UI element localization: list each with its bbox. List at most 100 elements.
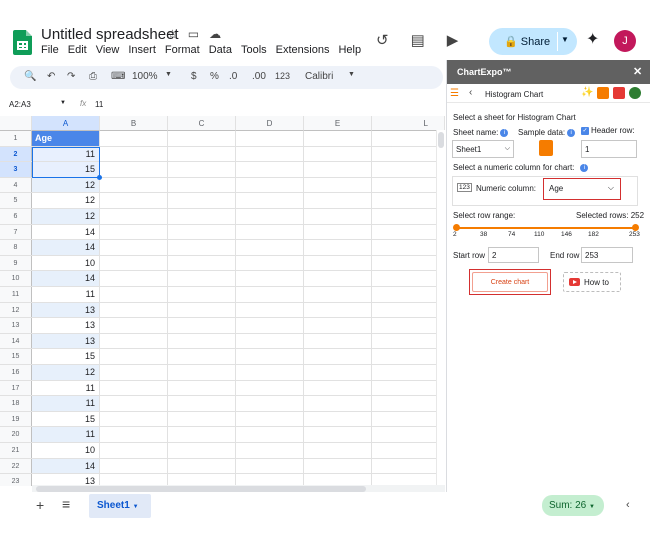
cell-a[interactable]: 12 — [32, 177, 100, 193]
empty-cell[interactable] — [236, 458, 304, 474]
empty-cell[interactable] — [236, 349, 304, 364]
empty-cell[interactable] — [100, 427, 168, 442]
menu-insert[interactable]: Insert — [128, 44, 156, 56]
empty-cell[interactable] — [168, 240, 236, 255]
empty-cell[interactable] — [304, 255, 372, 271]
row-header[interactable]: 21 — [0, 443, 32, 458]
header-row-checkbox[interactable]: ✓ — [581, 126, 589, 135]
row-header[interactable]: 3 — [0, 162, 32, 177]
empty-cell[interactable] — [100, 411, 168, 427]
paint-format-icon[interactable]: ⌨ — [111, 71, 125, 82]
sheets-logo-icon[interactable] — [13, 30, 32, 55]
empty-cell[interactable] — [236, 209, 304, 224]
row-header[interactable]: 19 — [0, 411, 32, 427]
empty-cell[interactable] — [168, 193, 236, 208]
slider-start-handle[interactable] — [453, 224, 460, 231]
empty-cell[interactable] — [304, 271, 372, 286]
menu-edit[interactable]: Edit — [68, 44, 87, 56]
name-box[interactable]: A2:A3 — [9, 100, 31, 109]
empty-cell[interactable] — [100, 302, 168, 318]
empty-cell[interactable] — [236, 162, 304, 177]
empty-cell[interactable] — [304, 458, 372, 474]
empty-cell[interactable] — [304, 443, 372, 458]
empty-cell[interactable] — [304, 365, 372, 380]
avatar[interactable]: J — [614, 30, 636, 52]
percent-button[interactable]: % — [210, 71, 219, 82]
sample-doc-icon[interactable] — [597, 87, 609, 99]
cell-a[interactable]: 13 — [32, 318, 100, 333]
empty-cell[interactable] — [236, 224, 304, 240]
row-header[interactable]: 7 — [0, 224, 32, 240]
row-header[interactable]: 22 — [0, 458, 32, 474]
search-menus-icon[interactable]: 🔍 — [24, 71, 36, 82]
row-header[interactable]: 16 — [0, 365, 32, 380]
zoom-select[interactable]: 100% — [132, 71, 158, 82]
empty-cell[interactable] — [304, 162, 372, 177]
select-all-corner[interactable] — [0, 116, 32, 131]
redo-icon[interactable]: ↷ — [67, 71, 75, 82]
side-panel-toggle-icon[interactable]: ‹ — [626, 499, 630, 511]
empty-cell[interactable] — [304, 131, 372, 146]
sum-badge[interactable]: Sum: 26 ▼ — [542, 495, 604, 516]
sheet-select[interactable]: Sheet1 ⌵ — [452, 140, 514, 158]
sheet-menu-icon[interactable]: ▼ — [133, 504, 139, 510]
row-header[interactable]: 9 — [0, 255, 32, 271]
gemini-icon[interactable]: ✦ — [586, 29, 599, 49]
cell-a[interactable]: 11 — [32, 146, 100, 162]
cell-a[interactable]: 15 — [32, 162, 100, 177]
cell-a[interactable]: 14 — [32, 271, 100, 286]
empty-cell[interactable] — [168, 271, 236, 286]
currency-button[interactable]: $ — [191, 71, 197, 82]
empty-cell[interactable] — [100, 240, 168, 255]
empty-cell[interactable] — [168, 458, 236, 474]
menu-file[interactable]: File — [41, 44, 59, 56]
empty-cell[interactable] — [304, 349, 372, 364]
empty-cell[interactable] — [236, 255, 304, 271]
empty-cell[interactable] — [100, 380, 168, 396]
empty-cell[interactable] — [168, 209, 236, 224]
empty-cell[interactable] — [304, 427, 372, 442]
share-dropdown-icon[interactable]: ▼ — [561, 35, 569, 44]
empty-cell[interactable] — [236, 443, 304, 458]
numeric-column-select[interactable]: Age ⌵ — [546, 181, 618, 197]
cell-a[interactable]: 14 — [32, 224, 100, 240]
row-header[interactable]: 11 — [0, 287, 32, 302]
close-icon[interactable]: ✕ — [633, 65, 642, 78]
empty-cell[interactable] — [168, 318, 236, 333]
empty-cell[interactable] — [236, 177, 304, 193]
fill-handle[interactable] — [97, 175, 102, 180]
empty-cell[interactable] — [100, 224, 168, 240]
row-header[interactable]: 15 — [0, 349, 32, 364]
empty-cell[interactable] — [100, 287, 168, 302]
empty-cell[interactable] — [100, 458, 168, 474]
comment-icon[interactable]: ▤ — [411, 31, 425, 49]
empty-cell[interactable] — [168, 427, 236, 442]
end-row-input[interactable]: 253 — [581, 247, 633, 263]
menu-data[interactable]: Data — [209, 44, 232, 56]
row-header[interactable]: 1 — [0, 131, 32, 146]
empty-cell[interactable] — [100, 209, 168, 224]
empty-cell[interactable] — [304, 411, 372, 427]
empty-cell[interactable] — [236, 380, 304, 396]
number-format-button[interactable]: 123 — [275, 71, 290, 81]
empty-cell[interactable] — [100, 146, 168, 162]
empty-cell[interactable] — [236, 411, 304, 427]
column-header-b[interactable]: B — [100, 116, 168, 131]
zoom-dropdown-icon[interactable]: ▼ — [165, 71, 172, 78]
doc-title[interactable]: Untitled spreadsheet — [41, 26, 179, 43]
menu-format[interactable]: Format — [165, 44, 200, 56]
row-header[interactable]: 12 — [0, 302, 32, 318]
empty-cell[interactable] — [100, 349, 168, 364]
print-icon[interactable]: ⎙ — [89, 71, 97, 82]
decrease-decimal-button[interactable]: .0 — [229, 71, 237, 82]
empty-cell[interactable] — [236, 240, 304, 255]
create-chart-button[interactable]: Create chart — [472, 272, 548, 292]
star-icon[interactable]: ☆ — [167, 27, 178, 41]
empty-cell[interactable] — [100, 365, 168, 380]
row-header[interactable]: 4 — [0, 177, 32, 193]
info-icon[interactable]: i — [500, 128, 509, 137]
empty-cell[interactable] — [100, 177, 168, 193]
row-header[interactable]: 17 — [0, 380, 32, 396]
empty-cell[interactable] — [236, 146, 304, 162]
empty-cell[interactable] — [236, 365, 304, 380]
